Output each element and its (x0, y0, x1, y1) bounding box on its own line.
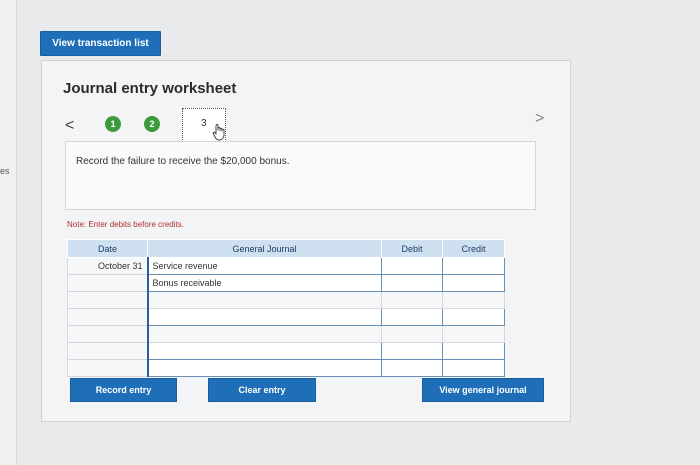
step-3-label: 3 (201, 118, 207, 129)
account-cell[interactable]: Service revenue (146, 257, 382, 275)
table-row: October 31 Service revenue (67, 257, 505, 275)
account-cell[interactable] (146, 342, 382, 360)
credit-cell[interactable] (442, 342, 505, 360)
table-row (67, 359, 505, 377)
table-header-row: Date General Journal Debit Credit (67, 239, 505, 258)
journal-worksheet-panel: Journal entry worksheet < 1 2 3 > Record… (41, 60, 571, 422)
debit-cell[interactable] (381, 359, 443, 377)
credit-cell[interactable] (442, 359, 505, 377)
date-cell[interactable] (67, 308, 148, 326)
worksheet-title: Journal entry worksheet (63, 80, 237, 97)
debit-cell[interactable] (381, 308, 443, 326)
date-cell[interactable] (67, 359, 148, 377)
left-side-strip: es (0, 0, 17, 465)
instruction-text: Record the failure to receive the $20,00… (76, 156, 290, 167)
account-cell[interactable]: Bonus receivable (146, 274, 382, 292)
date-cell[interactable] (67, 274, 148, 292)
table-row (67, 291, 505, 309)
date-header: Date (67, 239, 148, 258)
step-2-badge[interactable]: 2 (144, 116, 160, 132)
account-cell[interactable] (146, 359, 382, 377)
debit-credit-note: Note: Enter debits before credits. (67, 220, 184, 229)
debit-cell[interactable] (381, 291, 443, 309)
table-row: Bonus receivable (67, 274, 505, 292)
credit-cell[interactable] (442, 325, 505, 343)
clear-entry-button[interactable]: Clear entry (208, 378, 316, 402)
table-row (67, 342, 505, 360)
general-journal-table: Date General Journal Debit Credit Octobe… (67, 239, 505, 377)
table-row (67, 308, 505, 326)
next-step-chevron-icon[interactable]: > (535, 110, 544, 128)
debit-cell[interactable] (381, 342, 443, 360)
record-entry-button[interactable]: Record entry (70, 378, 177, 402)
debit-header: Debit (381, 239, 443, 258)
debit-cell[interactable] (381, 325, 443, 343)
view-transaction-list-button[interactable]: View transaction list (40, 31, 161, 56)
credit-header: Credit (442, 239, 505, 258)
instruction-box: Record the failure to receive the $20,00… (65, 141, 536, 210)
account-cell[interactable] (146, 325, 382, 343)
general-journal-header: General Journal (147, 239, 382, 258)
table-row (67, 325, 505, 343)
step-1-badge[interactable]: 1 (105, 116, 121, 132)
date-cell[interactable] (67, 291, 148, 309)
view-general-journal-button[interactable]: View general journal (422, 378, 544, 402)
credit-cell[interactable] (442, 274, 505, 292)
step-3-current[interactable]: 3 (182, 108, 226, 142)
debit-cell[interactable] (381, 257, 443, 275)
credit-cell[interactable] (442, 257, 505, 275)
date-cell[interactable] (67, 325, 148, 343)
cutoff-label: es (0, 166, 10, 176)
hand-cursor-icon (212, 124, 225, 141)
debit-cell[interactable] (381, 274, 443, 292)
account-cell[interactable] (146, 308, 382, 326)
credit-cell[interactable] (442, 308, 505, 326)
date-cell[interactable] (67, 342, 148, 360)
prev-step-chevron-icon[interactable]: < (65, 117, 74, 135)
credit-cell[interactable] (442, 291, 505, 309)
date-cell[interactable]: October 31 (67, 257, 148, 275)
account-cell[interactable] (146, 291, 382, 309)
